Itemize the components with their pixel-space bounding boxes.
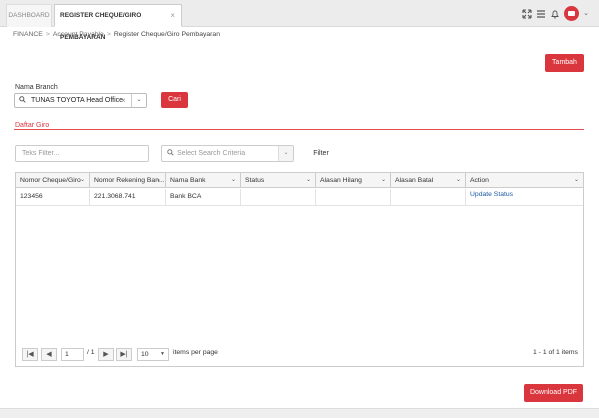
column-label: Alasan Hilang	[320, 177, 362, 184]
cell-alasan-hilang	[316, 189, 391, 206]
items-per-page-select[interactable]: 10 ▼	[137, 348, 169, 361]
tab-register-cheque-giro[interactable]: REGISTER CHEQUE/GIRO PEMBAYARAN ×	[54, 4, 182, 41]
avatar[interactable]	[564, 6, 579, 21]
first-page-button[interactable]: |◀	[22, 348, 38, 361]
close-icon[interactable]: ×	[170, 5, 175, 27]
column-label: Nama Bank	[170, 177, 206, 184]
table-row: 123456 221.3068.741 Bank BCA Update Stat…	[16, 189, 583, 206]
cari-button[interactable]: Cari	[161, 92, 188, 108]
chevron-down-icon[interactable]: ⌄	[156, 173, 161, 188]
chevron-down-icon[interactable]: ⌄	[574, 173, 579, 188]
next-page-button[interactable]: ▶	[98, 348, 114, 361]
column-header-alasan-hilang[interactable]: Alasan Hilang ⌄	[316, 173, 391, 188]
items-per-page-label: items per page	[173, 349, 218, 356]
tab-dashboard[interactable]: DASHBOARD	[6, 4, 52, 27]
bell-icon[interactable]	[549, 6, 561, 22]
breadcrumb-item-current: Register Cheque/Giro Pembayaran	[113, 31, 220, 38]
chevron-down-icon[interactable]: ⌄	[381, 173, 386, 188]
chevron-down-icon[interactable]: ⌄	[278, 146, 293, 161]
last-page-button[interactable]: ▶|	[116, 348, 132, 361]
column-label: Action	[470, 177, 489, 184]
update-status-link[interactable]: Update Status	[466, 189, 583, 206]
column-header-nomor-cheque[interactable]: Nomor Cheque/Giro ⌄	[16, 173, 90, 188]
tab-bar: DASHBOARD REGISTER CHEQUE/GIRO PEMBAYARA…	[0, 0, 599, 41]
branch-select[interactable]: TUNAS TOYOTA Head Office × ⌄	[14, 93, 147, 108]
breadcrumb-item-finance[interactable]: FINANCE	[13, 31, 43, 38]
user-menu[interactable]	[564, 6, 580, 22]
column-label: Alasan Batal	[395, 177, 434, 184]
column-label: Nomor Rekening Ban...	[94, 177, 165, 184]
chevron-down-icon[interactable]: ⌄	[231, 173, 236, 188]
giro-table: Nomor Cheque/Giro ⌄ Nomor Rekening Ban...…	[15, 172, 584, 367]
chevron-down-icon[interactable]: ⌄	[456, 173, 461, 188]
page-of-label: / 1	[87, 349, 95, 356]
cell-status	[241, 189, 316, 206]
branch-value: TUNAS TOYOTA Head Office	[31, 97, 124, 104]
search-icon	[19, 96, 26, 105]
expand-icon[interactable]	[521, 6, 533, 22]
text-filter-field[interactable]	[15, 145, 149, 162]
column-label: Nomor Cheque/Giro	[20, 177, 81, 184]
search-criteria-placeholder: Select Search Criteria	[177, 150, 246, 157]
column-header-status[interactable]: Status ⌄	[241, 173, 316, 188]
page-input[interactable]: 1	[61, 348, 84, 361]
branch-label: Nama Branch	[15, 84, 58, 91]
column-label: Status	[245, 177, 265, 184]
tambah-button[interactable]: Tambah	[545, 54, 584, 72]
chevron-down-icon[interactable]: ⌄	[80, 173, 85, 188]
section-title: Daftar Giro	[15, 122, 50, 129]
chevron-down-icon[interactable]: ⌄	[306, 173, 311, 188]
cell-nomor-rekening: 221.3068.741	[90, 189, 166, 206]
top-icons: ⌄	[521, 6, 591, 22]
bottom-strip	[0, 408, 599, 418]
breadcrumb: FINANCE > Account Payable > Register Cheque/…	[13, 31, 220, 38]
column-header-alasan-batal[interactable]: Alasan Batal ⌄	[391, 173, 466, 188]
breadcrumb-separator: >	[106, 31, 111, 38]
chevron-down-icon[interactable]: ⌄	[580, 6, 592, 22]
breadcrumb-separator: >	[45, 31, 50, 38]
chevron-down-icon[interactable]: ⌄	[131, 94, 146, 107]
search-criteria-select[interactable]: Select Search Criteria ⌄	[161, 145, 294, 162]
prev-page-button[interactable]: ◀	[41, 348, 57, 361]
cell-nama-bank: Bank BCA	[166, 189, 241, 206]
menu-icon[interactable]	[535, 6, 547, 22]
table-header: Nomor Cheque/Giro ⌄ Nomor Rekening Ban...…	[16, 173, 583, 188]
column-header-nomor-rekening[interactable]: Nomor Rekening Ban... ⌄	[90, 173, 166, 188]
column-header-action[interactable]: Action ⌄	[466, 173, 583, 188]
download-pdf-button[interactable]: Download PDF	[524, 384, 583, 402]
breadcrumb-item-account-payable[interactable]: Account Payable	[53, 31, 104, 38]
items-per-page-value: 10	[141, 351, 149, 358]
text-filter-input[interactable]	[16, 146, 148, 161]
cell-alasan-batal	[391, 189, 466, 206]
cell-nomor-cheque: 123456	[16, 189, 90, 206]
search-icon	[167, 149, 174, 158]
section-divider	[14, 129, 584, 130]
clear-icon[interactable]: ×	[121, 96, 126, 105]
filter-button[interactable]: Filter	[307, 146, 335, 162]
pager: |◀ ◀ 1 / 1 ▶ ▶| 10 ▼ items per page 1 - 1…	[16, 348, 583, 362]
column-header-nama-bank[interactable]: Nama Bank ⌄	[166, 173, 241, 188]
pager-summary: 1 - 1 of 1 items	[533, 349, 578, 356]
chevron-down-icon: ▼	[160, 351, 165, 357]
